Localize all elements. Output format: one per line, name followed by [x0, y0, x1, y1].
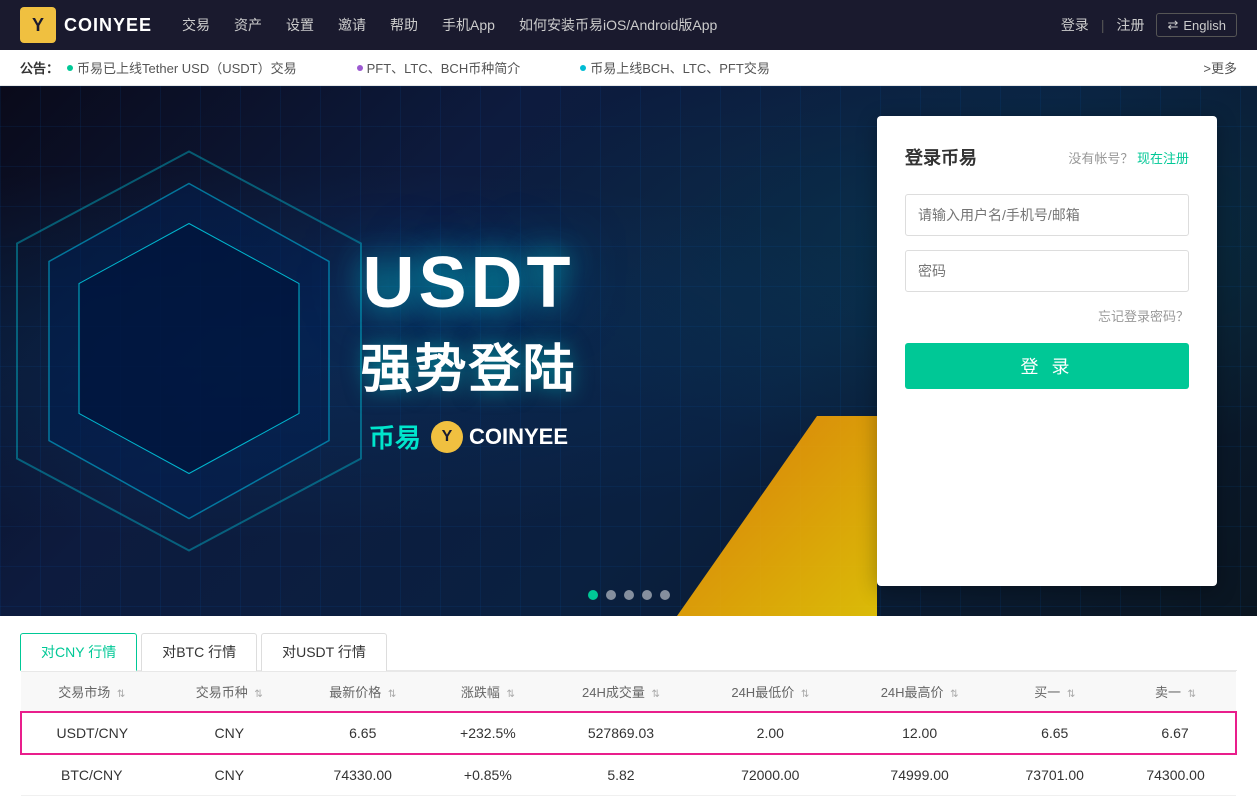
tab-usdt[interactable]: 对USDT 行情 [261, 633, 387, 671]
password-input[interactable] [905, 250, 1189, 292]
hero-content: USDT 强势登陆 币易 Y COINYEE [0, 86, 877, 616]
logo-icon: Y [20, 7, 56, 43]
nav-trade[interactable]: 交易 [182, 15, 210, 35]
forgot-password-container: 忘记登录密码？ [905, 306, 1189, 325]
col-buy[interactable]: 买一 ⇅ [994, 672, 1115, 713]
nav-assets[interactable]: 资产 [234, 15, 262, 35]
navbar: Y COINYEE 交易 资产 设置 邀请 帮助 手机App 如何安装币易iOS… [0, 0, 1257, 50]
hero-section: USDT 强势登陆 币易 Y COINYEE 登录币易 没有帐号？ 现在注册 忘… [0, 86, 1257, 616]
col-sell[interactable]: 卖一 ⇅ [1115, 672, 1236, 713]
announcement-items: 币易已上线Tether USD（USDT）交易 PFT、LTC、BCH币种简介 … [67, 58, 1195, 77]
nav-menu: 交易 资产 设置 邀请 帮助 手机App 如何安装币易iOS/Android版A… [182, 15, 1061, 35]
announcement-text-0: 币易已上线Tether USD（USDT）交易 [77, 58, 297, 77]
login-button[interactable]: 登 录 [905, 343, 1189, 389]
col-high[interactable]: 24H最高价 ⇅ [845, 672, 994, 713]
hero-text: USDT 强势登陆 币易 Y COINYEE [360, 247, 576, 455]
market-tabs: 对CNY 行情 对BTC 行情 对USDT 行情 [20, 616, 1237, 671]
announcement-more[interactable]: >更多 [1203, 58, 1237, 77]
nav-invite[interactable]: 邀请 [338, 15, 366, 35]
sort-icon-currency: ⇅ [254, 689, 262, 700]
hero-slogan: 强势登陆 [360, 327, 576, 402]
col-price[interactable]: 最新价格 ⇅ [296, 672, 429, 713]
announcement-bar: 公告： 币易已上线Tether USD（USDT）交易 PFT、LTC、BCH币… [0, 50, 1257, 86]
announcement-dot-2 [580, 65, 586, 71]
sort-icon-low: ⇅ [801, 689, 809, 700]
login-link[interactable]: 登录 [1061, 15, 1089, 35]
nav-mobile-app[interactable]: 手机App [442, 15, 495, 35]
announcement-item-2[interactable]: 币易上线BCH、LTC、PFT交易 [580, 58, 770, 77]
col-market[interactable]: 交易市场 ⇅ [21, 672, 163, 713]
sort-icon-high: ⇅ [950, 689, 958, 700]
nav-help[interactable]: 帮助 [390, 15, 418, 35]
hero-brand-icon: Y [431, 421, 463, 453]
hero-brand-chinese: 币易 [369, 418, 421, 455]
forgot-password-link[interactable]: 忘记登录密码？ [1098, 309, 1189, 324]
sort-icon-price: ⇅ [388, 689, 396, 700]
register-now-link[interactable]: 现在注册 [1137, 151, 1189, 166]
carousel-dot-0[interactable] [588, 590, 598, 600]
carousel-dot-1[interactable] [606, 590, 616, 600]
announcement-text-2: 币易上线BCH、LTC、PFT交易 [590, 58, 770, 77]
col-volume[interactable]: 24H成交量 ⇅ [546, 672, 695, 713]
announcement-dot-0 [67, 65, 73, 71]
nav-settings[interactable]: 设置 [286, 15, 314, 35]
sort-icon-market: ⇅ [117, 689, 125, 700]
announcement-label: 公告： [20, 58, 59, 77]
tab-cny[interactable]: 对CNY 行情 [20, 633, 137, 671]
announcement-item-0[interactable]: 币易已上线Tether USD（USDT）交易 [67, 58, 297, 77]
tab-btc[interactable]: 对BTC 行情 [141, 633, 257, 671]
col-low[interactable]: 24H最低价 ⇅ [696, 672, 845, 713]
login-title: 登录币易 [905, 144, 977, 170]
sort-icon-volume: ⇅ [651, 689, 659, 700]
col-change[interactable]: 涨跌幅 ⇅ [429, 672, 546, 713]
hero-brand-logo: Y COINYEE [431, 421, 568, 453]
login-no-account: 没有帐号？ 现在注册 [1068, 148, 1189, 167]
table-row[interactable]: USDT/CNYCNY6.65+232.5%527869.032.0012.00… [21, 712, 1236, 754]
carousel-dot-3[interactable] [642, 590, 652, 600]
logo[interactable]: Y COINYEE [20, 7, 152, 43]
table-header-row: 交易市场 ⇅ 交易币种 ⇅ 最新价格 ⇅ 涨跌幅 ⇅ 24H成交量 ⇅ [21, 672, 1236, 713]
sort-icon-sell: ⇅ [1188, 689, 1196, 700]
username-input[interactable] [905, 194, 1189, 236]
announcement-text-1: PFT、LTC、BCH币种简介 [367, 58, 521, 77]
lang-arrow-icon: ⇄ [1167, 17, 1178, 33]
language-label: English [1183, 18, 1226, 33]
table-row[interactable]: BTC/CNYCNY74330.00+0.85%5.8272000.007499… [21, 754, 1236, 796]
sort-icon-change: ⇅ [506, 689, 514, 700]
navbar-right: 登录 | 注册 ⇄ English [1061, 13, 1237, 37]
hero-brand: 币易 Y COINYEE [360, 418, 576, 455]
carousel-dots [588, 590, 670, 600]
sort-icon-buy: ⇅ [1067, 689, 1075, 700]
market-section: 对CNY 行情 对BTC 行情 对USDT 行情 交易市场 ⇅ 交易币种 ⇅ 最… [0, 616, 1257, 796]
announcement-dot-1 [357, 65, 363, 71]
login-panel: 登录币易 没有帐号？ 现在注册 忘记登录密码？ 登 录 [877, 116, 1217, 586]
announcement-item-1[interactable]: PFT、LTC、BCH币种简介 [357, 58, 521, 77]
nav-install-guide[interactable]: 如何安装币易iOS/Android版App [519, 15, 717, 35]
nav-divider: | [1101, 17, 1105, 33]
hero-usdt-title: USDT [360, 247, 576, 319]
register-link[interactable]: 注册 [1116, 15, 1144, 35]
col-currency[interactable]: 交易币种 ⇅ [163, 672, 296, 713]
logo-name: COINYEE [64, 15, 152, 36]
carousel-dot-4[interactable] [660, 590, 670, 600]
market-table: 交易市场 ⇅ 交易币种 ⇅ 最新价格 ⇅ 涨跌幅 ⇅ 24H成交量 ⇅ [20, 671, 1237, 796]
carousel-dot-2[interactable] [624, 590, 634, 600]
hero-brand-english: COINYEE [469, 424, 568, 450]
language-switcher[interactable]: ⇄ English [1156, 13, 1237, 37]
login-header: 登录币易 没有帐号？ 现在注册 [905, 144, 1189, 170]
